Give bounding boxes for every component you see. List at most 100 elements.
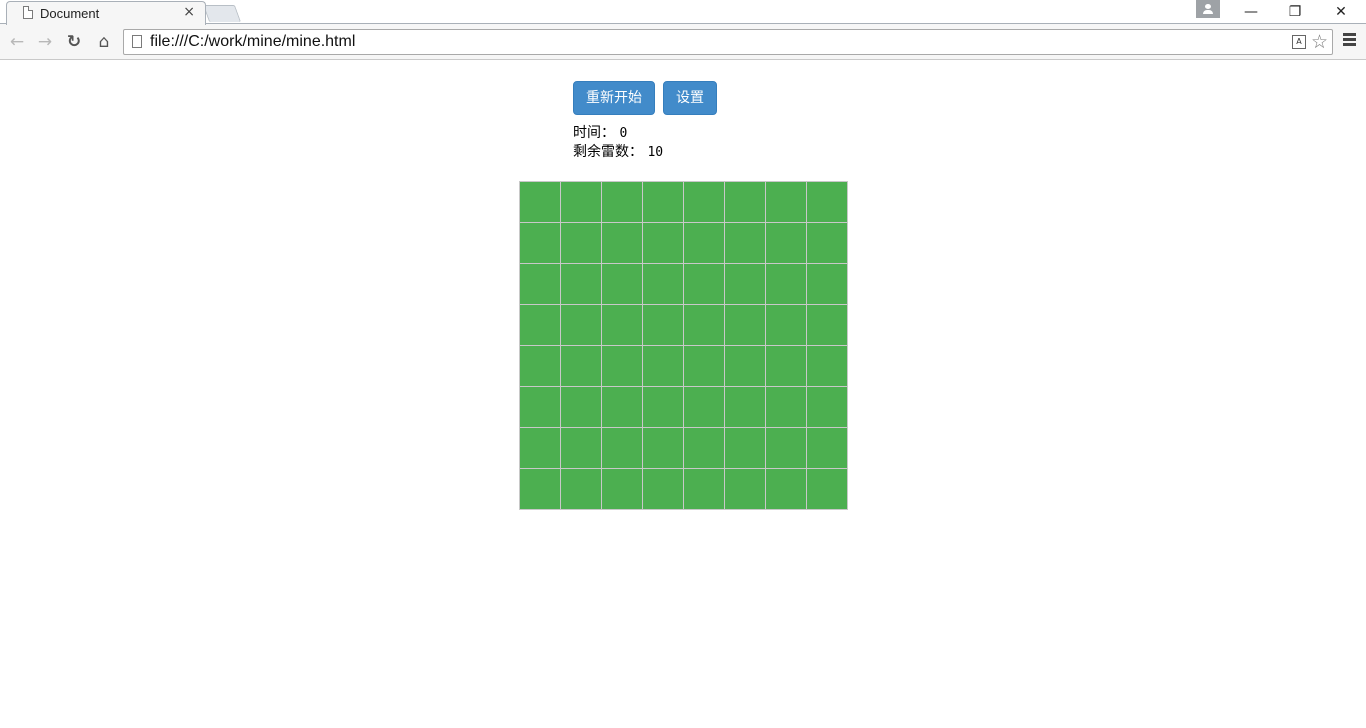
minimize-button[interactable]: —: [1228, 0, 1274, 24]
board-cell[interactable]: [561, 428, 601, 468]
avatar-body: [1203, 10, 1213, 14]
board-cell[interactable]: [561, 182, 601, 222]
board-cell[interactable]: [602, 182, 642, 222]
time-value: 0: [619, 126, 628, 141]
board-cell[interactable]: [602, 305, 642, 345]
board-cell[interactable]: [602, 264, 642, 304]
board-cell[interactable]: [807, 469, 847, 509]
board-cell[interactable]: [807, 346, 847, 386]
star-icon[interactable]: ☆: [1311, 31, 1328, 53]
board-cell[interactable]: [561, 223, 601, 263]
reload-icon[interactable]: ↻: [63, 31, 85, 53]
board-cell[interactable]: [725, 223, 765, 263]
tab-title: Document: [40, 6, 100, 21]
board-cell[interactable]: [561, 346, 601, 386]
board-cell[interactable]: [807, 305, 847, 345]
board-cell[interactable]: [643, 387, 683, 427]
page-icon: [23, 6, 33, 19]
board-cell[interactable]: [684, 182, 724, 222]
board-cell[interactable]: [725, 182, 765, 222]
avatar-icon[interactable]: [1196, 0, 1220, 18]
board-cell[interactable]: [520, 223, 560, 263]
minesweeper-board: [519, 181, 848, 510]
board-cell[interactable]: [807, 264, 847, 304]
forward-arrow-icon[interactable]: →: [34, 31, 56, 53]
board-cell[interactable]: [766, 387, 806, 427]
board-cell[interactable]: [561, 469, 601, 509]
board-cell[interactable]: [643, 346, 683, 386]
avatar-head: [1205, 4, 1211, 9]
menu-bar-line: [1343, 33, 1356, 36]
url-text[interactable]: file:///C:/work/mine/mine.html: [150, 33, 355, 51]
board-cell[interactable]: [643, 428, 683, 468]
board-cell[interactable]: [766, 223, 806, 263]
board-cell[interactable]: [520, 428, 560, 468]
settings-button[interactable]: 设置: [663, 81, 717, 115]
board-cell[interactable]: [766, 428, 806, 468]
page-icon: [132, 35, 142, 48]
board-cell[interactable]: [520, 387, 560, 427]
board-cell[interactable]: [602, 387, 642, 427]
title-bar: Document × — ❐ ✕: [0, 0, 1366, 26]
board-cell[interactable]: [684, 387, 724, 427]
board-cell[interactable]: [725, 305, 765, 345]
board-cell[interactable]: [684, 223, 724, 263]
back-arrow-icon[interactable]: ←: [6, 31, 28, 53]
board-cell[interactable]: [602, 428, 642, 468]
board-cell[interactable]: [766, 182, 806, 222]
board-cell[interactable]: [561, 387, 601, 427]
time-label: 时间：: [573, 125, 615, 141]
board-cell[interactable]: [684, 346, 724, 386]
board-cell[interactable]: [643, 182, 683, 222]
board-cell[interactable]: [725, 346, 765, 386]
home-icon[interactable]: ⌂: [93, 31, 115, 53]
board-cell[interactable]: [520, 346, 560, 386]
board-cell[interactable]: [684, 428, 724, 468]
board-cell[interactable]: [766, 264, 806, 304]
board-cell[interactable]: [684, 264, 724, 304]
tab-document[interactable]: Document ×: [6, 1, 206, 25]
board-cell[interactable]: [725, 469, 765, 509]
restart-button[interactable]: 重新开始: [573, 81, 655, 115]
board-cell[interactable]: [561, 264, 601, 304]
board-cell[interactable]: [807, 182, 847, 222]
board-cell[interactable]: [602, 346, 642, 386]
board-cell[interactable]: [643, 223, 683, 263]
game-info: 时间： 0 剩余雷数： 10: [573, 124, 663, 162]
page-content: 重新开始 设置 时间： 0 剩余雷数： 10: [0, 61, 1366, 728]
close-window-button[interactable]: ✕: [1318, 0, 1364, 24]
board-cell[interactable]: [520, 264, 560, 304]
translate-icon[interactable]: A: [1292, 35, 1306, 49]
board-cell[interactable]: [766, 346, 806, 386]
board-cell[interactable]: [684, 469, 724, 509]
board-cell[interactable]: [766, 305, 806, 345]
mines-label: 剩余雷数：: [573, 144, 643, 160]
new-tab-button[interactable]: [202, 5, 242, 22]
board-cell[interactable]: [807, 387, 847, 427]
board-cell[interactable]: [807, 428, 847, 468]
board-cell[interactable]: [684, 305, 724, 345]
time-row: 时间： 0: [573, 124, 663, 143]
menu-bar-line: [1343, 43, 1356, 46]
board-cell[interactable]: [766, 469, 806, 509]
board-cell[interactable]: [725, 387, 765, 427]
board-cell[interactable]: [602, 469, 642, 509]
board-cell[interactable]: [643, 469, 683, 509]
mines-row: 剩余雷数： 10: [573, 143, 663, 162]
mines-value: 10: [647, 145, 664, 160]
tab-close-icon[interactable]: ×: [183, 4, 195, 20]
restore-button[interactable]: ❐: [1272, 0, 1318, 24]
board-cell[interactable]: [725, 428, 765, 468]
board-cell[interactable]: [602, 223, 642, 263]
menu-bar-line: [1343, 38, 1356, 41]
board-cell[interactable]: [520, 182, 560, 222]
board-cell[interactable]: [520, 469, 560, 509]
address-bar[interactable]: file:///C:/work/mine/mine.html A ☆: [123, 29, 1333, 55]
board-cell[interactable]: [643, 264, 683, 304]
board-cell[interactable]: [643, 305, 683, 345]
board-cell[interactable]: [807, 223, 847, 263]
board-cell[interactable]: [561, 305, 601, 345]
menu-icon[interactable]: [1342, 33, 1358, 49]
board-cell[interactable]: [725, 264, 765, 304]
board-cell[interactable]: [520, 305, 560, 345]
